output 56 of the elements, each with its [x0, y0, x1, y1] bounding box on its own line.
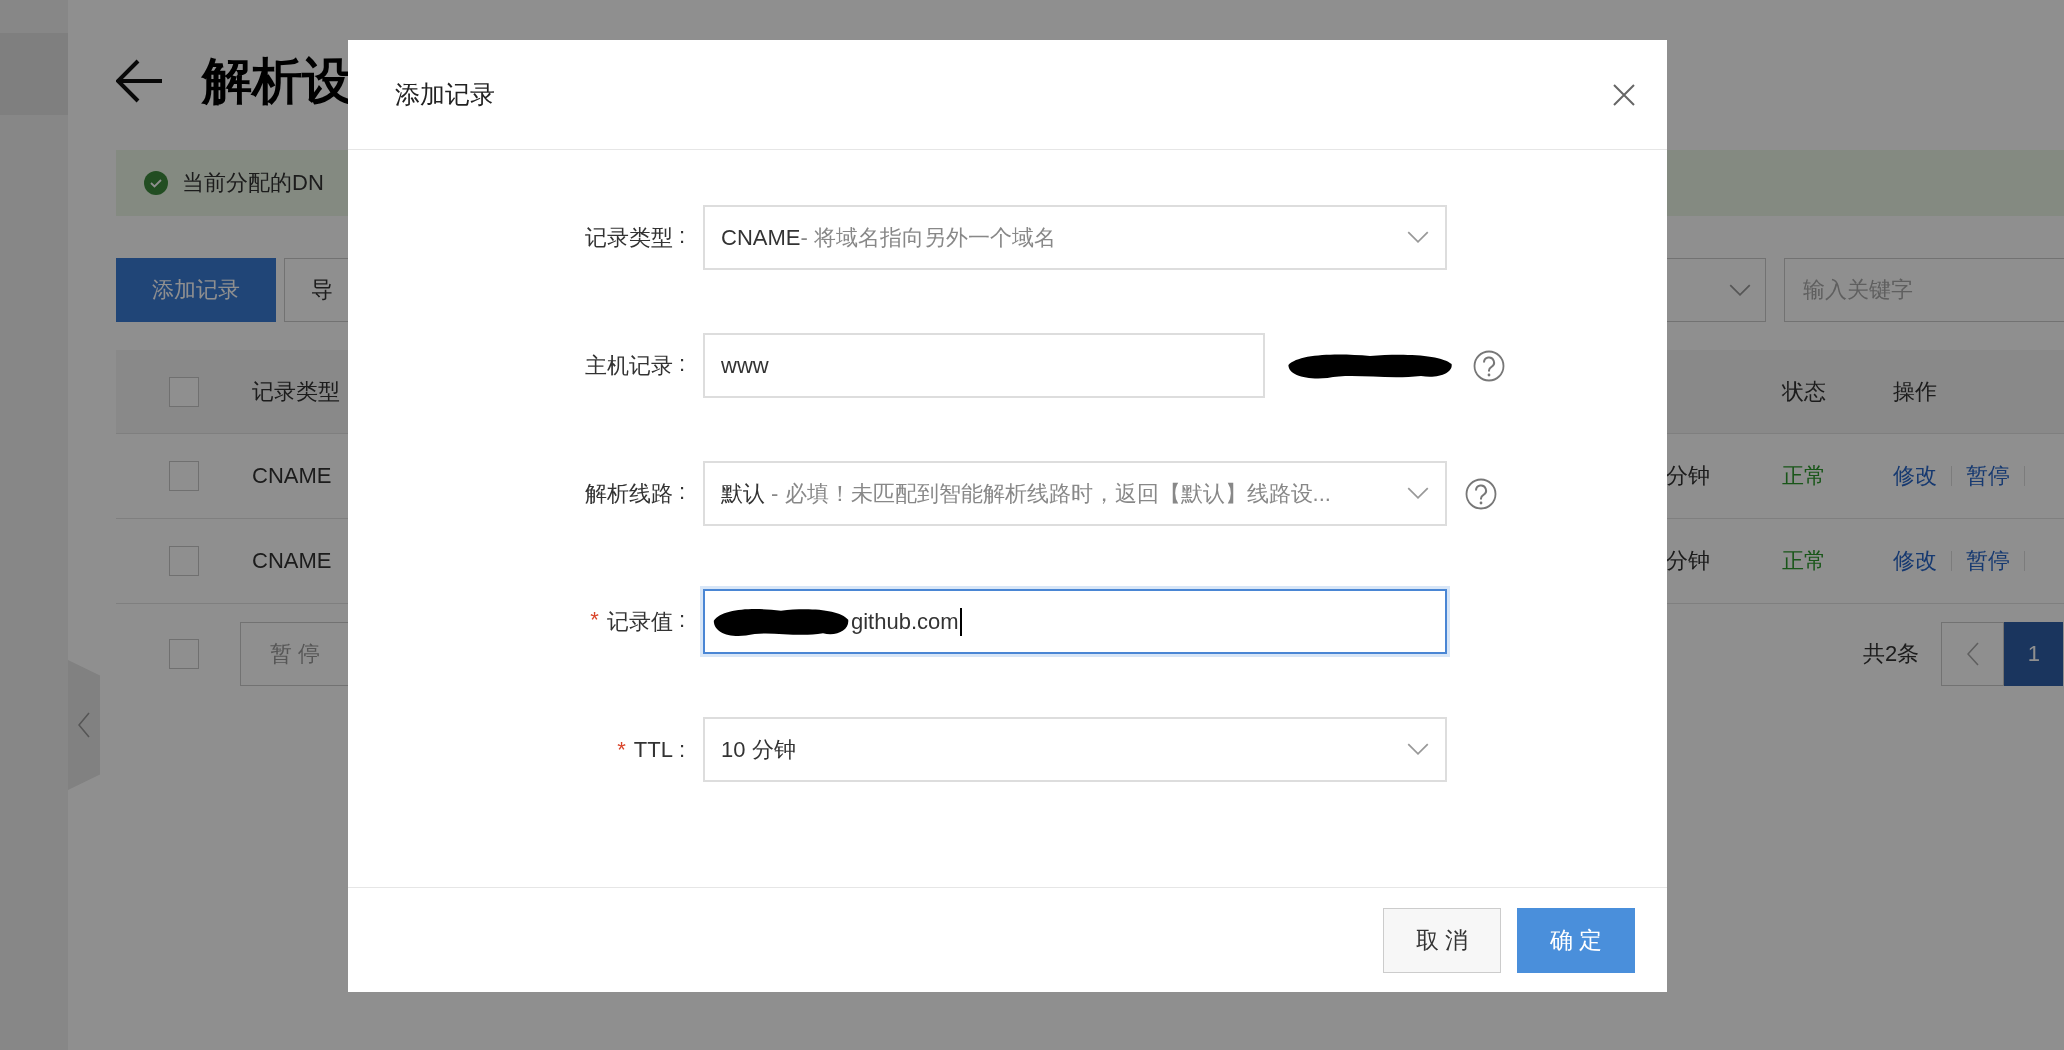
add-record-button[interactable]: 添加记录 — [116, 258, 276, 322]
required-mark: * — [617, 736, 626, 763]
table-cell: CNAME — [252, 548, 332, 573]
alert-text: 当前分配的DN — [182, 169, 324, 197]
previous-page-button[interactable] — [1941, 622, 2005, 686]
text-field[interactable]: github.com — [703, 589, 1447, 654]
help-icon[interactable] — [1465, 477, 1497, 510]
action-link[interactable]: 暂停 — [1966, 546, 2010, 576]
checkbox[interactable] — [169, 376, 199, 407]
chevron-down-icon — [1407, 487, 1429, 500]
close-icon[interactable] — [1613, 83, 1635, 106]
chevron-left-icon — [78, 712, 90, 738]
select-field[interactable]: CNAME- 将域名指向另外一个域名 — [703, 205, 1447, 270]
page-button[interactable]: 1 — [2004, 622, 2064, 686]
select-field[interactable]: 默认 - 必填！未匹配到智能解析线路时，返回【默认】线路设... — [703, 461, 1447, 526]
required-mark: * — [590, 606, 599, 634]
checkbox[interactable] — [169, 546, 199, 576]
field-label: TTL — [633, 736, 673, 763]
back-arrow-icon[interactable] — [116, 59, 164, 103]
field-label: 解析线路 — [584, 479, 673, 508]
field-label: 记录类型 — [584, 223, 673, 252]
table-cell: CNAME — [252, 463, 332, 488]
check-circle-icon — [144, 171, 168, 195]
table-cell: 分钟 — [1666, 463, 1710, 488]
status-text: 正常 — [1782, 548, 1826, 573]
text-field[interactable]: www — [703, 333, 1265, 398]
table-cell: 分钟 — [1666, 548, 1710, 573]
cancel-button[interactable]: 取 消 — [1383, 907, 1501, 973]
column-header: 记录类型 — [252, 378, 340, 404]
total-count: 共2条 — [1863, 640, 1920, 668]
column-header: 状态 — [1782, 378, 1826, 404]
chevron-down-icon — [1729, 283, 1751, 297]
page-title: 解析设 — [202, 51, 352, 111]
label-colon: : — [678, 478, 685, 506]
text-cursor — [959, 607, 962, 636]
action-link[interactable]: 修改 — [1893, 546, 1937, 576]
label-colon: : — [678, 222, 685, 250]
label-colon: : — [678, 736, 685, 763]
confirm-button[interactable]: 确 定 — [1517, 907, 1635, 973]
checkbox[interactable] — [169, 639, 199, 669]
status-text: 正常 — [1782, 463, 1826, 488]
action-link[interactable]: 暂停 — [1966, 461, 2010, 491]
dialog-title: 添加记录 — [395, 79, 495, 110]
select-field[interactable]: 10 分钟 — [703, 717, 1447, 782]
chevron-down-icon — [1407, 743, 1429, 756]
action-link[interactable]: 修改 — [1893, 461, 1937, 491]
checkbox[interactable] — [169, 461, 199, 491]
label-colon: : — [678, 606, 685, 634]
chevron-down-icon — [1407, 231, 1429, 244]
label-colon: : — [678, 350, 685, 378]
help-icon[interactable] — [1473, 349, 1505, 382]
field-label: 主机记录 — [584, 351, 673, 380]
field-label: 记录值 — [606, 607, 673, 636]
column-header: 操作 — [1893, 377, 1937, 406]
pause-button[interactable]: 暂 停 — [240, 622, 350, 686]
chevron-left-icon — [1966, 642, 1979, 666]
